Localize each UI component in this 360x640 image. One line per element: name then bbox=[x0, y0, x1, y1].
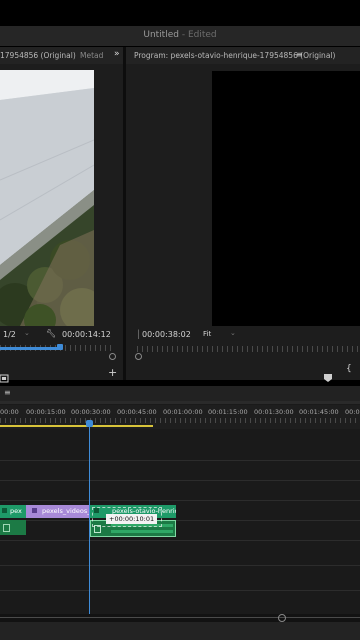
source-panel-tabbar: 17954856 (Original) Metad » bbox=[0, 47, 123, 64]
source-panel-tab[interactable]: 17954856 (Original) bbox=[0, 51, 76, 60]
track-divider bbox=[0, 565, 360, 566]
clip-v1-middle[interactable]: pexels_videos_2 bbox=[26, 505, 90, 518]
wrench-icon[interactable]: 🔧︎ bbox=[46, 329, 56, 338]
scroll-handle[interactable] bbox=[278, 614, 286, 622]
drag-offset-tooltip: +00:00:10:01 bbox=[106, 514, 158, 524]
program-cursor-icon: │ bbox=[136, 330, 141, 339]
source-playhead[interactable] bbox=[57, 344, 63, 350]
source-in-out-bar bbox=[0, 347, 60, 350]
program-timecode[interactable]: 00:00:38:02 bbox=[142, 330, 191, 339]
audio-icon bbox=[3, 524, 10, 532]
ruler-label: 00:00:45:00 bbox=[117, 408, 157, 416]
program-time-ruler[interactable] bbox=[137, 346, 360, 352]
marker-icon[interactable] bbox=[324, 367, 332, 382]
track-divider bbox=[0, 500, 360, 501]
track-divider bbox=[0, 460, 360, 461]
metadata-tab[interactable]: Metad bbox=[80, 51, 103, 60]
work-area-bar[interactable] bbox=[0, 425, 153, 427]
hamburger-icon[interactable]: ≡ bbox=[4, 388, 11, 397]
source-video-frame bbox=[0, 70, 94, 326]
source-video-image bbox=[0, 70, 94, 326]
clip-label: pexels_videos_2 bbox=[42, 507, 90, 515]
chevron-down-icon[interactable]: ⌄ bbox=[24, 329, 30, 337]
window-title-text: Untitled bbox=[143, 30, 179, 40]
track-divider bbox=[0, 480, 360, 481]
fit-select[interactable]: Fit bbox=[203, 330, 211, 338]
audio-waveform bbox=[111, 530, 173, 533]
ruler-label: 00:00 bbox=[0, 408, 19, 416]
title-bar: Untitled - Edited bbox=[0, 26, 360, 46]
ruler-label: 00:01:45:00 bbox=[299, 408, 339, 416]
program-video-frame bbox=[212, 71, 360, 326]
program-zoom-handle[interactable] bbox=[135, 353, 142, 360]
source-controls-row: 1/2 ⌄ 🔧︎ 00:00:14:12 bbox=[0, 326, 123, 346]
ruler-label: 00:00:30:00 bbox=[71, 408, 111, 416]
ruler-label: 00:01:15:00 bbox=[208, 408, 248, 416]
clip-label: pex bbox=[10, 507, 22, 515]
track-divider bbox=[0, 540, 360, 541]
timeline-sep bbox=[0, 401, 360, 404]
ruler-label: 00:01:30:00 bbox=[254, 408, 294, 416]
program-panel-tabbar: Program: pexels-otavio-henrique-17954856… bbox=[126, 47, 360, 64]
clip-a1-left[interactable] bbox=[0, 520, 26, 535]
window-title: Untitled - Edited bbox=[0, 30, 360, 40]
double-chevron-right-icon[interactable]: » bbox=[114, 49, 120, 59]
source-zoom-handle[interactable] bbox=[109, 353, 116, 360]
source-timecode[interactable]: 00:00:14:12 bbox=[62, 330, 111, 339]
timeline-playhead-line[interactable] bbox=[89, 422, 90, 614]
track-divider bbox=[0, 590, 360, 591]
mark-in-icon[interactable]: { bbox=[346, 364, 352, 374]
timeline-tick-marks bbox=[0, 418, 360, 423]
chevron-down-icon[interactable]: ⌄ bbox=[230, 329, 236, 337]
timeline-horizontal-scrollbar[interactable] bbox=[0, 614, 360, 622]
fx-icon bbox=[32, 508, 37, 513]
bottom-bar bbox=[0, 622, 360, 640]
ruler-label: 00:00:15:00 bbox=[26, 408, 66, 416]
zoom-select[interactable]: 1/2 bbox=[3, 330, 16, 339]
add-button-icon[interactable]: + bbox=[108, 366, 117, 379]
hamburger-icon[interactable]: ≡ bbox=[296, 50, 303, 59]
ruler-label: 00:02 bbox=[345, 408, 360, 416]
track-divider bbox=[0, 520, 360, 521]
export-frame-icon[interactable] bbox=[0, 368, 9, 383]
ruler-label: 00:01:00:00 bbox=[163, 408, 203, 416]
window-title-edited: - Edited bbox=[181, 30, 217, 40]
program-panel-tab[interactable]: Program: pexels-otavio-henrique-17954856… bbox=[134, 51, 335, 60]
program-controls-row: │ 00:00:38:02 Fit ⌄ bbox=[126, 326, 360, 346]
clip-v1-left[interactable]: pex bbox=[0, 505, 26, 518]
fx-icon bbox=[2, 508, 7, 513]
